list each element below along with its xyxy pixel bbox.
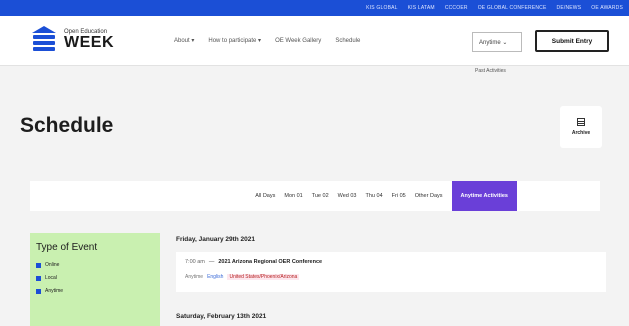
tab-other-days[interactable]: Other Days [415,193,443,199]
archive-label: Archive [571,130,591,136]
event-language-tag: English [207,274,224,280]
day-heading: Saturday, February 13th 2021 [176,313,267,320]
event-card[interactable]: 7:00 am — 2021 Arizona Regional OER Conf… [176,252,606,292]
event-location-tag: United States/Phoenix/Arizona [227,274,300,280]
top-link-bar: KIS GLOBAL KIS LATAM CCCOER OE GLOBAL CO… [0,0,629,16]
tab-fri[interactable]: Fri 05 [392,193,406,199]
topbar-link[interactable]: CCCOER [445,5,468,11]
topbar-link[interactable]: DE/NEWS [557,5,582,11]
dropdown-option-past[interactable]: Past Activities [475,68,506,74]
time-filter-select[interactable]: Anytime ⌄ [472,32,522,52]
archive-button[interactable]: Archive [560,106,602,148]
topbar-link[interactable]: KIS GLOBAL [366,5,397,11]
event-time: 7:00 am [185,259,205,265]
tab-wed[interactable]: Wed 03 [338,193,357,199]
filter-label: Anytime [45,288,64,294]
submit-entry-button[interactable]: Submit Entry [535,30,609,52]
logo-title: WEEK [64,34,114,51]
filter-label: Local [45,275,57,281]
page-title: Schedule [20,114,114,137]
topbar-link[interactable]: OE AWARDS [591,5,623,11]
main-nav: About ▾ How to participate ▾ OE Week Gal… [174,37,360,45]
day-tabs: All Days Mon 01 Tue 02 Wed 03 Thu 04 Fri… [30,181,600,211]
checkbox-icon[interactable] [36,275,41,281]
filter-label: Online [45,262,60,268]
archive-icon [577,118,585,126]
filter-option-anytime[interactable]: Anytime [36,288,154,294]
nav-item-schedule[interactable]: Schedule [335,38,360,44]
checkbox-icon[interactable] [36,262,41,268]
nav-item-about[interactable]: About ▾ [174,37,194,44]
topbar-link[interactable]: OE GLOBAL CONFERENCE [478,5,547,11]
tab-thu[interactable]: Thu 04 [366,193,383,199]
event-title-link[interactable]: 2021 Arizona Regional OER Conference [218,259,322,265]
event-type-filter: Type of Event Online Local Anytime [30,233,160,326]
logo-icon [30,26,58,54]
tab-all-days[interactable]: All Days [255,193,275,199]
checkbox-icon[interactable] [36,288,41,294]
tab-mon[interactable]: Mon 01 [284,193,302,199]
site-logo[interactable]: Open Education WEEK [30,26,114,54]
filter-title: Type of Event [36,242,98,253]
filter-option-online[interactable]: Online [36,262,154,268]
event-separator: — [208,259,215,265]
tab-tue[interactable]: Tue 02 [312,193,329,199]
event-type-tag: Anytime [185,274,204,280]
topbar-link[interactable]: KIS LATAM [408,5,435,11]
nav-item-gallery[interactable]: OE Week Gallery [275,38,321,44]
tab-anytime-activities[interactable]: Anytime Activities [451,181,517,211]
day-heading: Friday, January 29th 2021 [176,236,256,243]
nav-item-participate[interactable]: How to participate ▾ [208,37,261,44]
filter-option-local[interactable]: Local [36,275,154,281]
